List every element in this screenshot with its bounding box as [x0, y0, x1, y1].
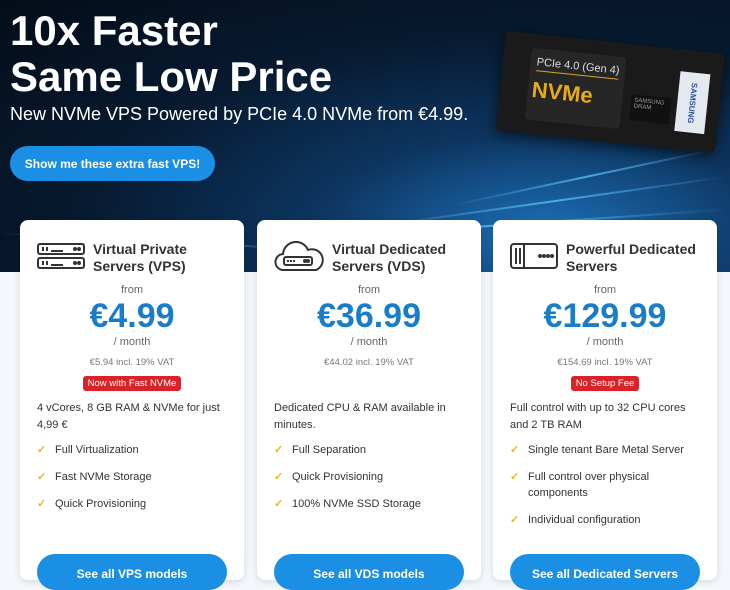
see-all-button[interactable]: See all VPS models: [37, 554, 227, 590]
server-rack-icon: [37, 242, 93, 275]
dedicated-server-icon: [510, 242, 566, 275]
feature-item: ✓ Full control over physical components: [510, 469, 700, 501]
feature-item: ✓ Quick Provisioning: [274, 469, 464, 485]
feature-item: ✓ Fast NVMe Storage: [37, 469, 227, 485]
feature-text: Single tenant Bare Metal Server: [528, 444, 684, 456]
plan-description: Full control with up to 32 CPU cores and…: [510, 402, 686, 431]
feature-list: ✓ Single tenant Bare Metal Server ✓ Full co…: [510, 442, 700, 528]
price-incl-vat: €5.94 incl. 19% VAT: [89, 357, 175, 368]
plan-price: €129.99: [543, 297, 667, 335]
feature-text: Quick Provisioning: [55, 498, 147, 510]
check-icon: ✓: [510, 471, 520, 483]
check-icon: ✓: [510, 444, 520, 456]
price-period: / month: [113, 336, 151, 348]
check-icon: ✓: [510, 514, 520, 526]
plan-description: Dedicated CPU & RAM available in minutes…: [274, 402, 446, 431]
plan-price: €36.99: [317, 297, 421, 335]
feature-text: Individual configuration: [528, 514, 641, 526]
plan-title: Virtual Dedicated Servers (VDS): [332, 241, 447, 274]
price-period: / month: [586, 336, 624, 348]
cloud-server-icon: [274, 240, 332, 277]
feature-item: ✓ 100% NVMe SSD Storage: [274, 496, 464, 512]
feature-list: ✓ Full Virtualization ✓ Fast NVMe Storage ✓ Q…: [37, 442, 227, 512]
check-icon: ✓: [274, 498, 284, 510]
feature-item: ✓ Individual configuration: [510, 512, 700, 528]
plan-badge: No Setup Fee: [570, 376, 640, 391]
feature-item: ✓ Single tenant Bare Metal Server: [510, 442, 700, 458]
plan-title: Virtual Private Servers (VPS): [93, 241, 187, 274]
see-all-button[interactable]: See all VDS models: [274, 554, 464, 590]
feature-item: ✓ Full Separation: [274, 442, 464, 458]
price-period: / month: [350, 336, 388, 348]
plan-card: Virtual Dedicated Servers (VDS) from €36…: [257, 220, 481, 590]
price-from-label: from: [358, 284, 380, 296]
check-icon: ✓: [37, 498, 47, 510]
plan-card: Powerful Dedicated Servers from €129.99 …: [493, 220, 717, 590]
see-all-button[interactable]: See all Dedicated Servers: [510, 554, 700, 590]
feature-text: 100% NVMe SSD Storage: [292, 498, 422, 510]
check-icon: ✓: [37, 444, 47, 456]
check-icon: ✓: [274, 444, 284, 456]
price-from-label: from: [594, 284, 616, 296]
hero-title: 10x Faster Same Low Price: [10, 7, 333, 100]
plan-badge: Now with Fast NVMe: [82, 376, 182, 391]
feature-text: Fast NVMe Storage: [55, 471, 152, 483]
nvme-ssd-image: PCIe 4.0 (Gen 4) NVMe SAMSUNG DRAM SAMSU…: [495, 30, 725, 154]
plan-card: Virtual Private Servers (VPS) from €4.99…: [20, 220, 244, 590]
price-from-label: from: [121, 284, 143, 296]
check-icon: ✓: [274, 471, 284, 483]
check-icon: ✓: [37, 471, 47, 483]
plan-description: 4 vCores, 8 GB RAM & NVMe for just 4,99 …: [37, 402, 220, 431]
price-incl-vat: €154.69 incl. 19% VAT: [557, 357, 653, 368]
plan-title: Powerful Dedicated Servers: [566, 241, 696, 274]
feature-item: ✓ Quick Provisioning: [37, 496, 227, 512]
feature-text: Full Separation: [292, 444, 366, 456]
feature-text: Full Virtualization: [55, 444, 139, 456]
show-fast-vps-button[interactable]: Show me these extra fast VPS!: [10, 146, 215, 181]
hero-subtitle: New NVMe VPS Powered by PCIe 4.0 NVMe fr…: [10, 104, 469, 124]
feature-text: Full control over physical components: [528, 471, 650, 499]
feature-text: Quick Provisioning: [292, 471, 384, 483]
plan-price: €4.99: [89, 297, 175, 335]
feature-list: ✓ Full Separation ✓ Quick Provisioning ✓ 100%…: [274, 442, 464, 512]
price-incl-vat: €44.02 incl. 19% VAT: [324, 357, 414, 368]
feature-item: ✓ Full Virtualization: [37, 442, 227, 458]
